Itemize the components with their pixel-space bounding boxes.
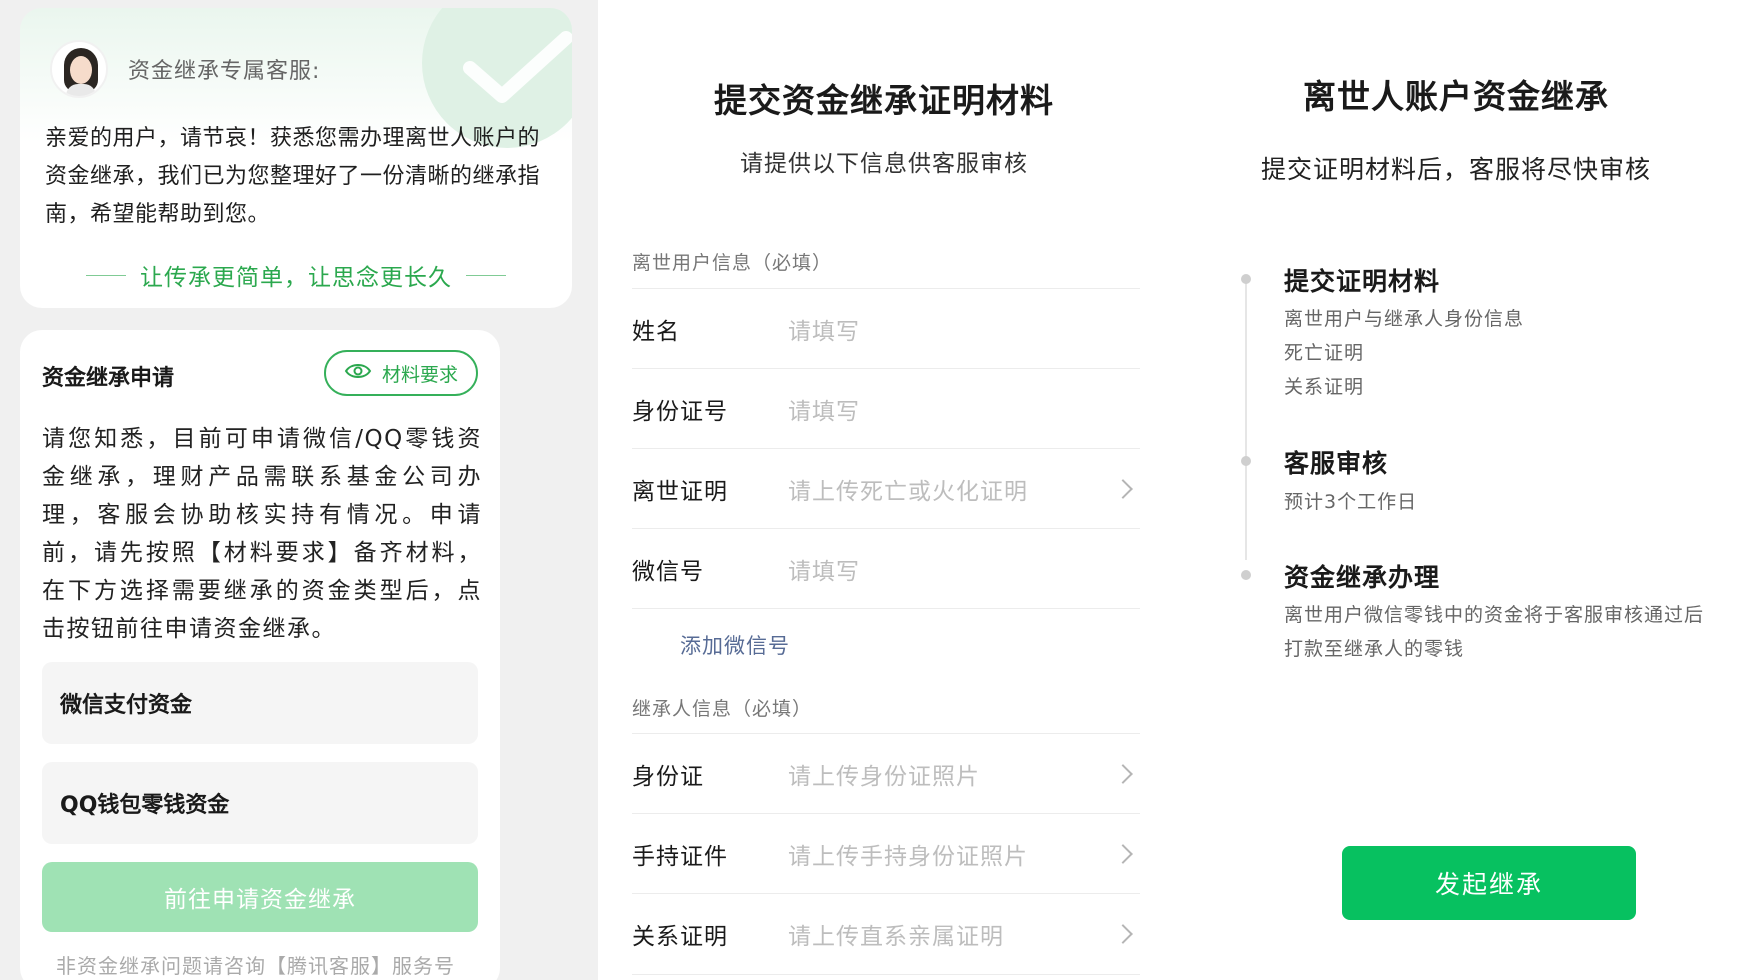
apply-card: 资金继承申请 材料要求 请您知悉，目前可申请微信/QQ零钱资金继承，理财产品需联… [20, 330, 500, 980]
requirements-label: 材料要求 [381, 363, 458, 386]
chevron-right-icon [1113, 843, 1133, 864]
step-desc-line: 打款至继承人的零钱 [1284, 638, 1465, 660]
step-desc-line: 离世用户与继承人身份信息 [1284, 308, 1525, 330]
field-relationship-proof[interactable]: 关系证明 请上传直系亲属证明 [632, 893, 1140, 973]
start-inheritance-button[interactable]: 发起继承 [1342, 846, 1636, 920]
option-wechat-pay[interactable]: 微信支付资金 [42, 662, 478, 744]
page-title: 提交资金继承证明材料 [714, 81, 1054, 120]
apply-title: 资金继承申请 [42, 366, 175, 391]
field-label: 身份证号 [632, 398, 728, 425]
step-dot-icon [1241, 274, 1251, 284]
field-heir-id-card[interactable]: 身份证 请上传身份证照片 [632, 733, 1140, 813]
id-number-input[interactable]: 请填写 [788, 392, 1140, 426]
left-panel: 资金继承专属客服: 亲爱的用户，请节哀！获悉您需办理离世人账户的资金继承，我们已… [0, 0, 598, 980]
id-card-upload[interactable]: 请上传身份证照片 [788, 757, 1116, 791]
slogan-text: 让传承更简单，让思念更长久 [140, 265, 452, 291]
step-desc-line: 预计3个工作日 [1284, 491, 1418, 513]
right-panel: 离世人账户资金继承 提交证明材料后，客服将尽快审核 提交证明材料 离世用户与继承… [1170, 0, 1742, 980]
service-greeting-card: 资金继承专属客服: 亲爱的用户，请节哀！获悉您需办理离世人账户的资金继承，我们已… [20, 8, 572, 308]
heir-section-label: 继承人信息（必填） [632, 698, 813, 720]
field-label: 离世证明 [632, 478, 728, 505]
intro-text: 亲爱的用户，请节哀！获悉您需办理离世人账户的资金继承，我们已为您整理好了一份清晰… [45, 126, 541, 227]
eye-icon [344, 362, 372, 385]
field-death-certificate[interactable]: 离世证明 请上传死亡或火化证明 [632, 448, 1140, 528]
field-label: 微信号 [632, 558, 704, 585]
step-desc-line: 关系证明 [1284, 376, 1365, 398]
option-qq-wallet[interactable]: QQ钱包零钱资金 [42, 762, 478, 844]
field-label: 关系证明 [632, 923, 728, 950]
wechat-id-input[interactable]: 请填写 [788, 552, 1140, 586]
divider [632, 974, 1140, 975]
step-title: 提交证明材料 [1284, 267, 1441, 296]
divider [632, 608, 1140, 609]
chevron-right-icon [1113, 478, 1133, 499]
process-subtitle: 提交证明材料后，客服将尽快审核 [1260, 155, 1651, 184]
step-title: 资金继承办理 [1284, 563, 1441, 592]
timeline-line [1245, 280, 1247, 560]
agent-row: 资金继承专属客服: [50, 40, 320, 98]
notice-text: 请您知悉，目前可申请微信/QQ零钱资金继承，理财产品需联系基金公司办理，客服会协… [42, 426, 482, 642]
relationship-proof-upload[interactable]: 请上传直系亲属证明 [788, 917, 1116, 951]
slogan: 让传承更简单，让思念更长久 [20, 258, 572, 292]
step-dot-icon [1241, 456, 1251, 466]
process-title: 离世人账户资金继承 [1303, 77, 1609, 116]
step-title: 客服审核 [1284, 449, 1389, 478]
step-dot-icon [1241, 570, 1251, 580]
name-input[interactable]: 请填写 [788, 312, 1140, 346]
deceased-section-label: 离世用户信息（必填） [632, 252, 833, 274]
field-name[interactable]: 姓名 请填写 [632, 288, 1140, 368]
field-wechat-id[interactable]: 微信号 请填写 [632, 528, 1140, 608]
field-handheld-id[interactable]: 手持证件 请上传手持身份证照片 [632, 813, 1140, 893]
avatar [50, 40, 108, 98]
go-apply-button[interactable]: 前往申请资金继承 [42, 862, 478, 932]
page-subtitle: 请提供以下信息供客服审核 [740, 151, 1028, 177]
agent-label: 资金继承专属客服: [128, 59, 321, 84]
death-certificate-upload[interactable]: 请上传死亡或火化证明 [788, 472, 1116, 506]
add-wechat-link[interactable]: 添加微信号 [680, 630, 790, 660]
step-desc-line: 死亡证明 [1284, 342, 1365, 364]
step-desc-line: 离世用户微信零钱中的资金将于客服审核通过后 [1284, 604, 1705, 626]
field-label: 身份证 [632, 763, 704, 790]
requirements-button[interactable]: 材料要求 [324, 350, 478, 396]
handheld-id-upload[interactable]: 请上传手持身份证照片 [788, 837, 1116, 871]
chevron-right-icon [1113, 923, 1133, 944]
middle-panel: 提交资金继承证明材料 请提供以下信息供客服审核 离世用户信息（必填） 姓名 请填… [598, 0, 1170, 980]
field-label: 姓名 [632, 318, 680, 345]
field-label: 手持证件 [632, 843, 728, 870]
chevron-right-icon [1113, 763, 1133, 784]
footer-note: 非资金继承问题请咨询【腾讯客服】服务号 [56, 954, 455, 978]
field-id-number[interactable]: 身份证号 请填写 [632, 368, 1140, 448]
